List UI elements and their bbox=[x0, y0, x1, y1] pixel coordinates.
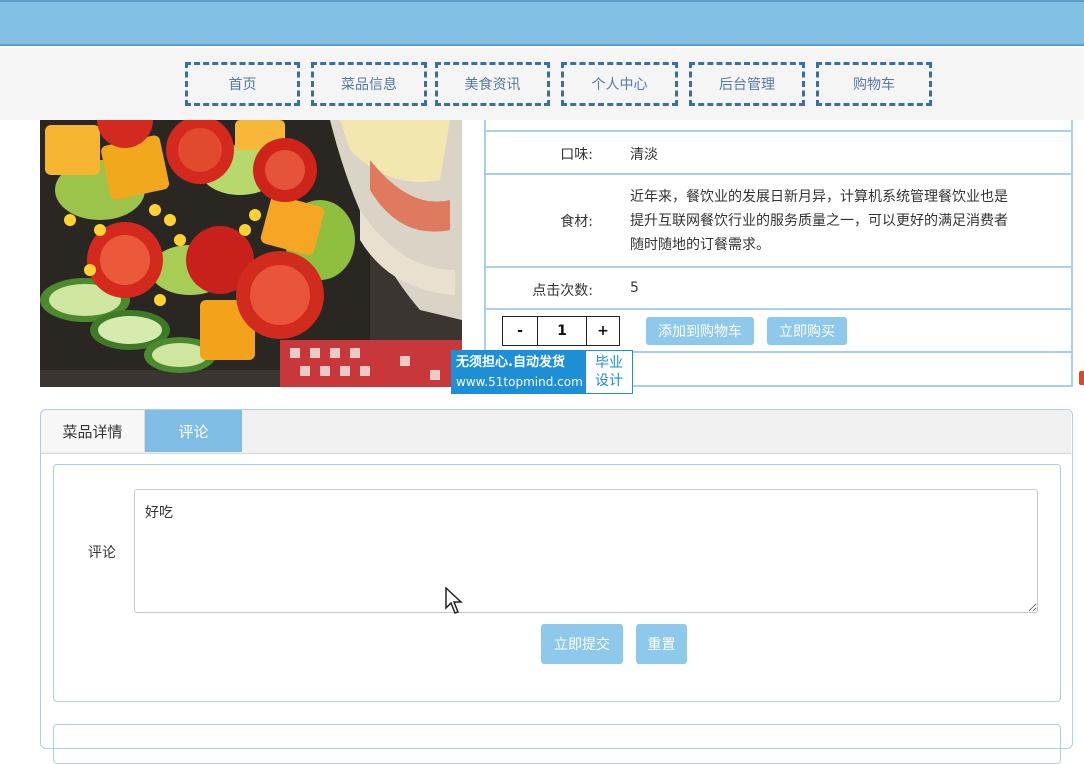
watermark-slogan: 无须担心.自动发货 bbox=[456, 355, 565, 370]
taste-label: 口味: bbox=[560, 147, 593, 163]
watermark-url: www.51topmind.com bbox=[456, 375, 583, 389]
add-to-cart-button[interactable]: 添加到购物车 bbox=[646, 317, 754, 345]
dish-image bbox=[40, 120, 462, 387]
submit-comment-button[interactable]: 立即提交 bbox=[541, 624, 623, 664]
nav-food-news[interactable]: 美食资讯 bbox=[435, 62, 550, 106]
reset-button[interactable]: 重置 bbox=[636, 624, 687, 664]
tab-dish-details[interactable]: 菜品详情 bbox=[41, 410, 145, 452]
edge-decoration bbox=[1079, 371, 1084, 385]
info-row-clicks: 点击次数: 5 bbox=[486, 266, 1073, 308]
tab-bar: 菜品详情 评论 bbox=[41, 410, 1071, 454]
info-row-actions: - 1 + 添加到购物车 立即购买 bbox=[486, 308, 1073, 351]
top-banner bbox=[0, 0, 1084, 46]
clicks-value: 5 bbox=[630, 280, 639, 296]
watermark-left: 无须担心.自动发货 www.51topmind.com bbox=[452, 351, 586, 393]
tab-comments[interactable]: 评论 bbox=[145, 410, 242, 452]
quantity-minus-button[interactable]: - bbox=[502, 316, 538, 346]
main-nav: 首页 菜品信息 美食资讯 个人中心 后台管理 购物车 bbox=[0, 48, 1084, 120]
nav-home[interactable]: 首页 bbox=[185, 62, 300, 106]
quantity-input[interactable]: 1 bbox=[538, 316, 586, 346]
nav-dishes[interactable]: 菜品信息 bbox=[311, 62, 427, 106]
quantity-stepper: - 1 + bbox=[502, 316, 620, 346]
nav-personal-center[interactable]: 个人中心 bbox=[561, 62, 678, 106]
watermark-right: 毕业 设计 bbox=[586, 351, 632, 393]
detail-tab-panel: 菜品详情 评论 评论 立即提交 重置 bbox=[40, 409, 1073, 764]
watermark-right-line1: 毕业 bbox=[595, 355, 623, 371]
comment-textarea[interactable] bbox=[134, 489, 1038, 613]
ingredients-label: 食材: bbox=[560, 214, 593, 230]
clicks-label: 点击次数: bbox=[532, 283, 593, 299]
quantity-plus-button[interactable]: + bbox=[586, 316, 620, 346]
nav-cart[interactable]: 购物车 bbox=[816, 62, 932, 106]
watermark-badge: 无须担心.自动发货 www.51topmind.com 毕业 设计 bbox=[451, 350, 633, 394]
comment-list-panel bbox=[53, 724, 1061, 764]
dish-info-table: 口味: 清淡 食材: 近年来，餐饮业的发展日新月异，计算机系统管理餐饮业也是 提… bbox=[484, 120, 1073, 387]
nav-admin[interactable]: 后台管理 bbox=[689, 62, 805, 106]
info-row-taste: 口味: 清淡 bbox=[486, 130, 1073, 173]
comment-form: 评论 立即提交 重置 bbox=[53, 464, 1061, 702]
comment-label: 评论 bbox=[88, 545, 116, 561]
taste-value: 清淡 bbox=[630, 147, 658, 163]
buy-now-button[interactable]: 立即购买 bbox=[767, 317, 847, 345]
ingredients-line: 提升互联网餐饮行业的服务质量之一，可以更好的满足消费者 bbox=[630, 213, 1008, 229]
watermark-right-line2: 设计 bbox=[595, 373, 623, 389]
ingredients-line: 近年来，餐饮业的发展日新月异，计算机系统管理餐饮业也是 bbox=[630, 189, 1008, 205]
mouse-cursor-icon bbox=[445, 587, 463, 614]
info-row-ingredients: 食材: 近年来，餐饮业的发展日新月异，计算机系统管理餐饮业也是 提升互联网餐饮行… bbox=[486, 173, 1073, 266]
ingredients-line: 随时随地的订餐需求。 bbox=[630, 237, 770, 253]
ingredients-value: 近年来，餐饮业的发展日新月异，计算机系统管理餐饮业也是 提升互联网餐饮行业的服务… bbox=[630, 185, 1050, 257]
